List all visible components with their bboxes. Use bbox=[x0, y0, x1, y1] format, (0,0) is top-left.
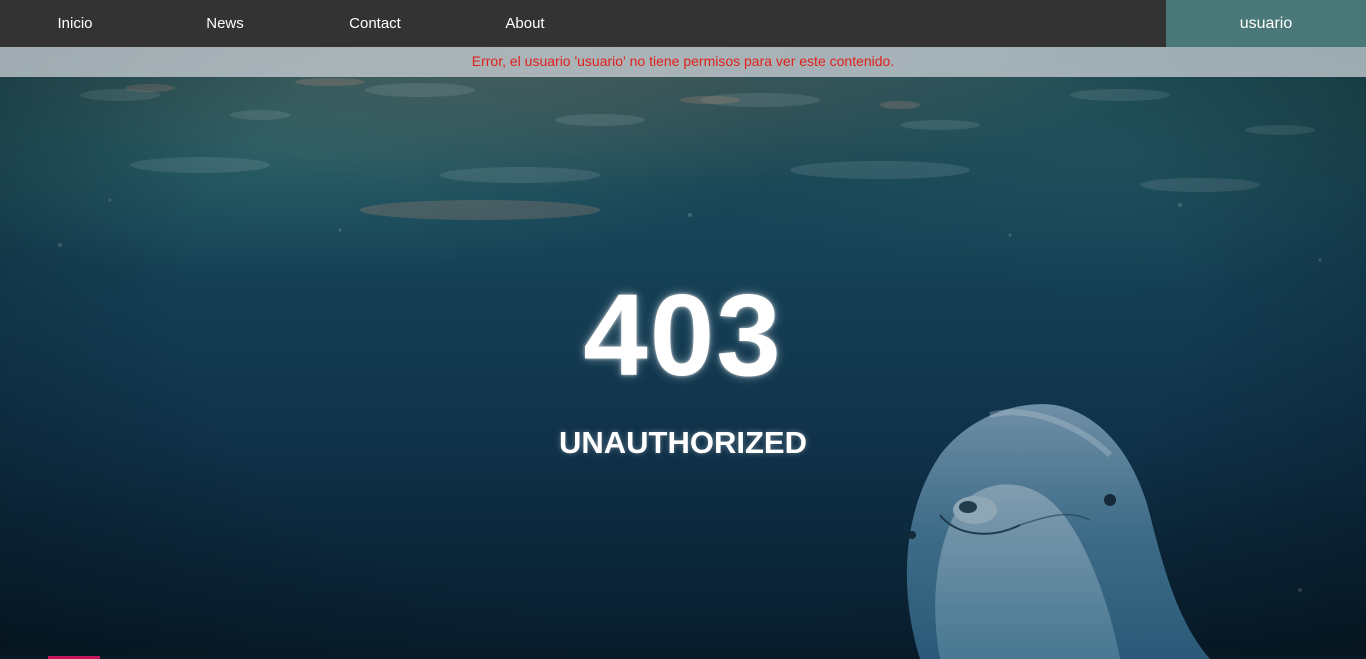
error-banner: Error, el usuario 'usuario' no tiene per… bbox=[0, 47, 1366, 77]
error-code-label: UNAUTHORIZED bbox=[559, 425, 807, 460]
page: Inicio News Contact About usuario Error,… bbox=[0, 0, 1366, 659]
nav-item-inicio[interactable]: Inicio bbox=[0, 0, 150, 47]
top-navbar: Inicio News Contact About usuario bbox=[0, 0, 1366, 47]
nav-item-news[interactable]: News bbox=[150, 0, 300, 47]
error-message: Error, el usuario 'usuario' no tiene per… bbox=[471, 53, 895, 69]
nav-item-contact[interactable]: Contact bbox=[300, 0, 450, 47]
nav-item-about[interactable]: About bbox=[450, 0, 600, 47]
error-code: 403 bbox=[583, 270, 783, 400]
user-menu-button[interactable]: usuario bbox=[1166, 0, 1366, 47]
